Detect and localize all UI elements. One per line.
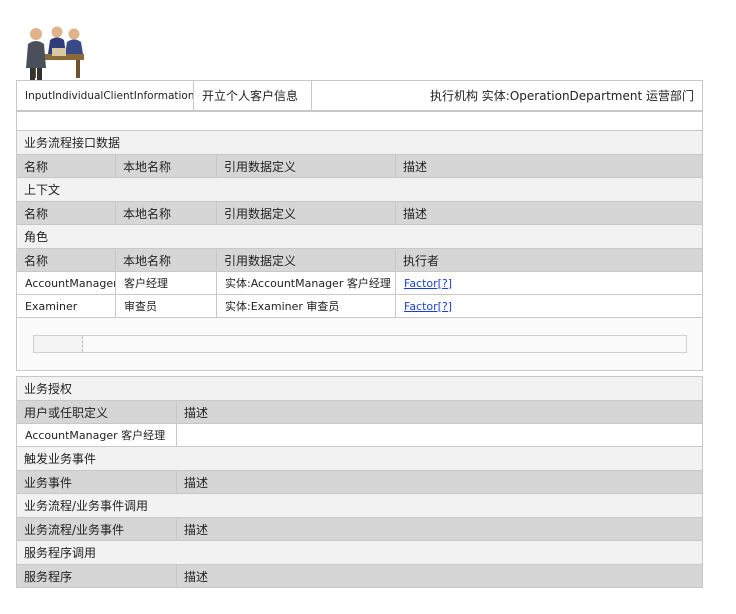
role-name: Examiner xyxy=(16,294,116,318)
col-local-name: 本地名称 xyxy=(115,201,217,225)
role-name: AccountManager xyxy=(16,271,116,295)
process-header-table: InputIndividualClientInformation 开立个人客户信… xyxy=(16,80,703,111)
col-name: 名称 xyxy=(16,248,116,272)
section-service-invocation: 服务程序调用 xyxy=(16,540,703,565)
col-description: 描述 xyxy=(176,400,703,424)
section-roles: 角色 xyxy=(16,224,703,249)
auth-desc xyxy=(176,423,703,447)
col-description: 描述 xyxy=(395,154,703,178)
scrollbar-thumb[interactable] xyxy=(34,336,83,352)
col-name: 名称 xyxy=(16,201,116,225)
auth-user: AccountManager 客户经理 xyxy=(16,423,177,447)
col-process-event: 业务流程/业务事件 xyxy=(16,517,177,541)
col-name: 名称 xyxy=(16,154,116,178)
role-local-name: 审查员 xyxy=(115,294,217,318)
col-local-name: 本地名称 xyxy=(115,154,217,178)
section-process-invocation: 业务流程/业务事件调用 xyxy=(16,493,703,518)
col-executor: 执行者 xyxy=(395,248,703,272)
role-ref: 实体:AccountManager 客户经理 xyxy=(216,271,396,295)
role-ref: 实体:Examiner 审查员 xyxy=(216,294,396,318)
col-ref-data: 引用数据定义 xyxy=(216,248,396,272)
section-context: 上下文 xyxy=(16,177,703,202)
table-row: AccountManager 客户经理 实体:AccountManager 客户… xyxy=(16,271,703,295)
section-authorization: 业务授权 xyxy=(16,376,703,401)
col-description: 描述 xyxy=(176,470,703,494)
col-description: 描述 xyxy=(395,201,703,225)
role-local-name: 客户经理 xyxy=(115,271,217,295)
executor-factor-link[interactable]: Factor[?] xyxy=(404,300,452,313)
col-description: 描述 xyxy=(176,564,703,588)
authorization-table: 业务授权 用户或任职定义 描述 AccountManager 客户经理 触发业务… xyxy=(16,376,703,588)
col-ref-data: 引用数据定义 xyxy=(216,201,396,225)
process-id: InputIndividualClientInformation xyxy=(16,80,194,111)
interface-data-table: 业务流程接口数据 名称 本地名称 引用数据定义 描述 上下文 名称 本地名称 引… xyxy=(16,111,703,371)
col-user-position: 用户或任职定义 xyxy=(16,400,177,424)
spacer-row xyxy=(16,111,703,131)
executor-factor-link[interactable]: Factor[?] xyxy=(404,277,452,290)
executor-info: 执行机构 实体:OperationDepartment 运营部门 xyxy=(311,80,703,111)
section-trigger-events: 触发业务事件 xyxy=(16,446,703,471)
col-biz-event: 业务事件 xyxy=(16,470,177,494)
table-row: AccountManager 客户经理 xyxy=(16,423,703,447)
col-service: 服务程序 xyxy=(16,564,177,588)
col-local-name: 本地名称 xyxy=(115,248,217,272)
process-name: 开立个人客户信息 xyxy=(193,80,312,111)
section-interface-data: 业务流程接口数据 xyxy=(16,130,703,155)
business-people-icon xyxy=(26,26,84,80)
col-description: 描述 xyxy=(176,517,703,541)
table-row: Examiner 审查员 实体:Examiner 审查员 Factor[?] xyxy=(16,294,703,318)
col-ref-data: 引用数据定义 xyxy=(216,154,396,178)
horizontal-scrollbar[interactable] xyxy=(33,335,687,353)
